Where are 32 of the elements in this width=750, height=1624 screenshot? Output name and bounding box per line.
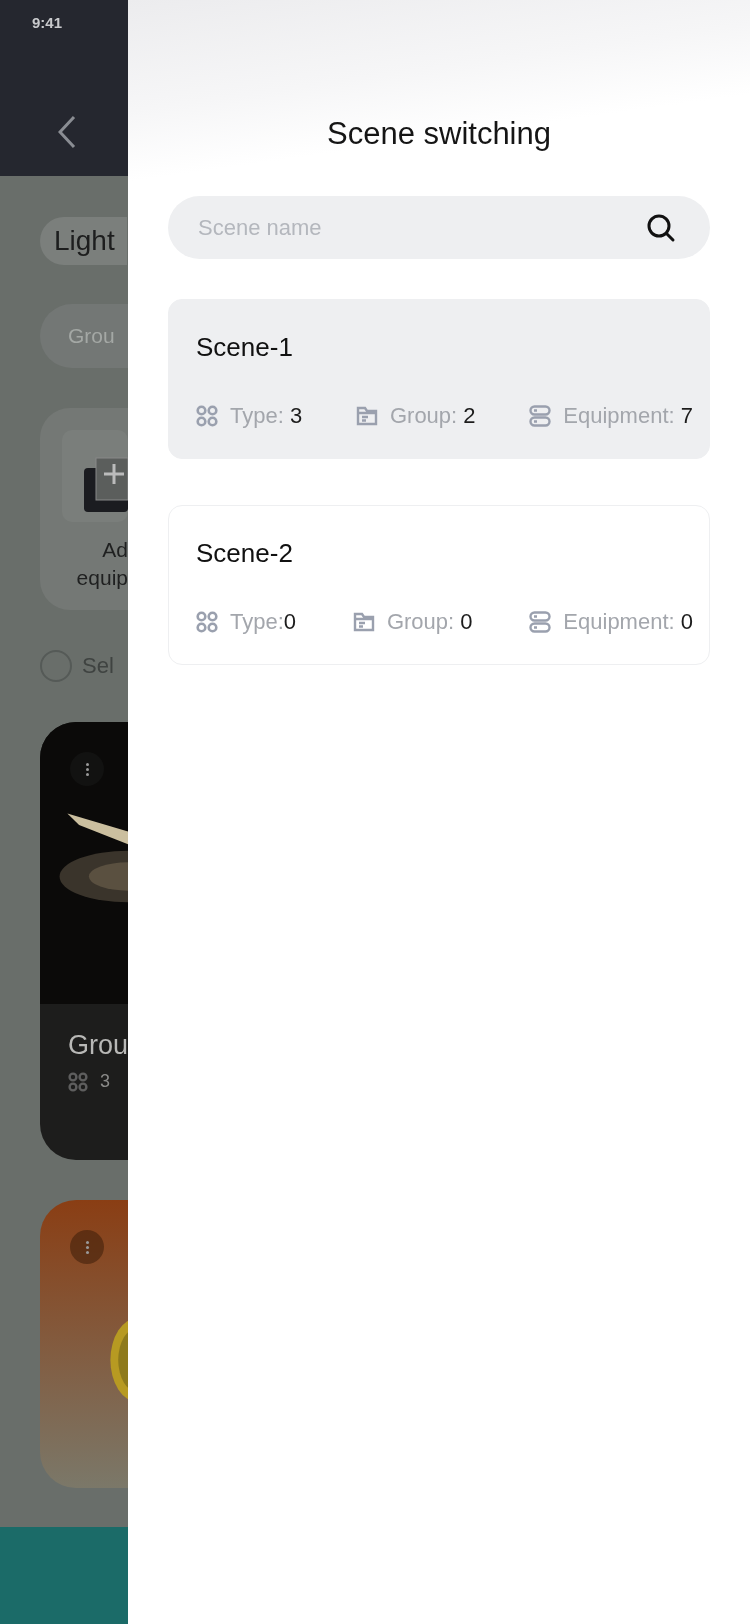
card-count: 3 [100,1071,110,1092]
grid-icon [196,405,218,427]
scene-stat: Group: 0 [386,609,473,635]
device-stack-icon [529,405,552,427]
folder-icon [352,612,375,632]
scene-stat: Equipment: 7 [563,403,693,429]
scene-card[interactable]: Scene-2 Type:0 Group: 0 Equipment: 0 [168,505,710,665]
search-icon[interactable] [646,212,676,243]
grid-icon [68,1071,88,1092]
scene-stat: Group: 2 [389,403,476,429]
status-time: 9:41 [32,14,63,31]
add-device-icon [62,430,128,522]
search-field[interactable]: Scene name [168,196,710,259]
scene-stat: Equipment: 0 [563,609,693,635]
folder-icon [355,406,378,426]
device-stack-icon [529,611,552,633]
category-tab[interactable]: Light [40,217,127,265]
scene-stat: Type:0 [230,609,297,635]
grid-icon [196,611,218,633]
drawer-title: Scene switching [327,116,551,152]
tile-label: Ad [102,537,128,563]
card-title: Grou [68,1030,128,1061]
tile-label: equip [76,565,128,591]
more-icon[interactable] [70,1230,104,1264]
scene-card[interactable]: Scene-1 Type: 3 Group: 2 Equipment: 7 [168,299,710,459]
scene-stat: Type: 3 [230,403,303,429]
add-equipment-tile[interactable]: Ad equip [40,408,128,610]
back-icon[interactable] [58,115,76,149]
scene-name: Scene-1 [196,332,294,363]
search-input[interactable]: Scene name [196,213,646,242]
scene-name: Scene-2 [196,538,294,569]
group-card[interactable]: Grou 3 [40,722,128,1160]
